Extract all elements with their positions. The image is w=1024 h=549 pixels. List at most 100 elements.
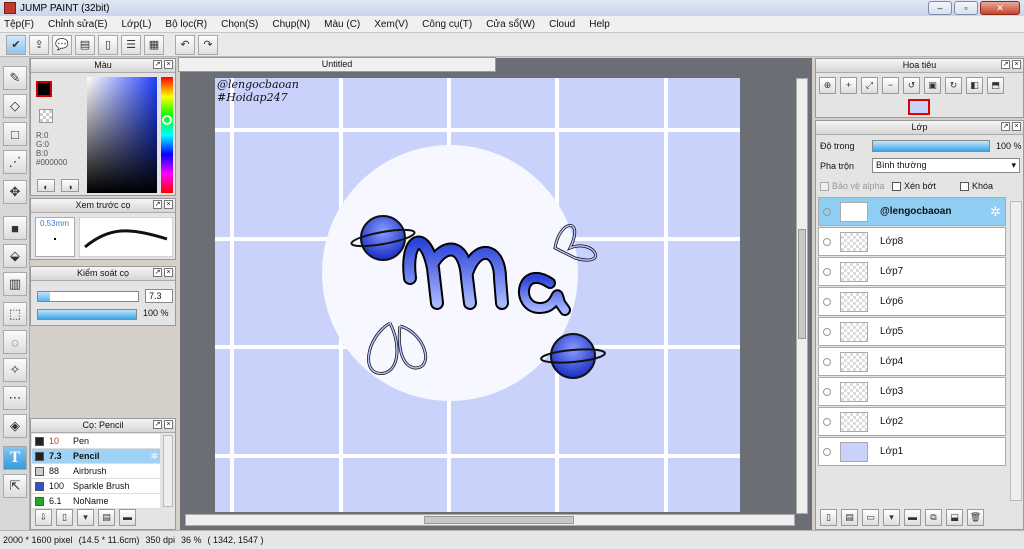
menu-edit[interactable]: Chỉnh sửa(E) — [48, 19, 108, 30]
menu-tools[interactable]: Công cụ(T) — [422, 19, 472, 30]
fit-screen-icon[interactable]: ▣ — [924, 77, 941, 94]
layer-row[interactable]: Lớp5 — [818, 317, 1006, 346]
layer-row[interactable]: Lớp2 — [818, 407, 1006, 436]
zoom-fit-icon[interactable]: ⤢ — [861, 77, 878, 94]
menu-color[interactable]: Màu (C) — [324, 19, 360, 30]
hue-slider[interactable] — [161, 77, 173, 193]
brush-settings-gear-icon[interactable]: ✲ — [150, 451, 158, 462]
layer-row[interactable]: Lớp4 — [818, 347, 1006, 376]
brush-folder-icon[interactable]: ▬ — [119, 509, 136, 526]
maximize-button[interactable]: ▫ — [954, 1, 978, 15]
undock-icon[interactable]: ↗ — [153, 268, 162, 277]
redo-icon[interactable]: ↷ — [198, 34, 218, 55]
brush-list-scrollbar[interactable] — [163, 435, 173, 507]
brush-download-icon[interactable]: ⇩ — [35, 509, 52, 526]
brush-item-sparkle[interactable]: 100 Sparkle Brush — [32, 479, 160, 494]
menu-capture[interactable]: Chụp(N) — [272, 19, 310, 30]
clipping-checkbox[interactable]: Xén bớt — [892, 181, 936, 191]
visibility-icon[interactable] — [823, 447, 831, 456]
undock-icon[interactable]: ↗ — [153, 420, 162, 429]
menu-select[interactable]: Chọn(S) — [221, 19, 258, 30]
menu-cloud[interactable]: Cloud — [549, 19, 575, 30]
panel-close-icon[interactable]: × — [1012, 60, 1021, 69]
visibility-icon[interactable] — [823, 387, 831, 396]
lock-checkbox[interactable]: Khóa — [960, 181, 993, 191]
navigator-thumbnail[interactable] — [908, 99, 930, 115]
canvas-vertical-scrollbar[interactable] — [796, 78, 808, 514]
panel-close-icon[interactable]: × — [164, 200, 173, 209]
menu-file[interactable]: Tệp(F) — [4, 19, 34, 30]
brush-item-pen[interactable]: 10 Pen — [32, 434, 160, 449]
visibility-icon[interactable] — [823, 327, 831, 336]
select-eraser-tool-icon[interactable]: ◈ — [3, 414, 27, 438]
hue-handle[interactable] — [162, 115, 172, 125]
brush-opacity-slider[interactable] — [37, 309, 137, 320]
gradient-tool-icon[interactable]: ▥ — [3, 272, 27, 296]
layer-folder-icon[interactable]: ▬ — [904, 509, 921, 526]
share-icon[interactable]: ⇪ — [29, 34, 49, 55]
canvas-horizontal-scrollbar[interactable] — [185, 514, 795, 526]
blend-mode-select[interactable]: Bình thường ▾ — [872, 158, 1020, 173]
eraser-tool-icon[interactable]: ◇ — [3, 94, 27, 118]
menu-layer[interactable]: Lớp(L) — [122, 19, 152, 30]
visibility-icon[interactable] — [823, 267, 831, 276]
select-rect-tool-icon[interactable]: ⬚ — [3, 302, 27, 326]
palette-icon[interactable]: ◐ — [37, 179, 55, 192]
comment-icon[interactable]: ▤ — [75, 34, 95, 55]
brush-settings-icon[interactable]: ▾ — [77, 509, 94, 526]
brush-size-slider[interactable] — [37, 291, 139, 302]
undock-icon[interactable]: ↗ — [1001, 122, 1010, 131]
operation-tool-icon[interactable]: ⇱ — [3, 474, 27, 498]
new-halftone-layer-icon[interactable]: ▤ — [841, 509, 858, 526]
menu-filter[interactable]: Bộ lọc(R) — [165, 19, 207, 30]
rotate-right-icon[interactable]: ↻ — [945, 77, 962, 94]
zoom-out-icon[interactable]: − — [882, 77, 899, 94]
layer-row[interactable]: Lớp1 — [818, 437, 1006, 466]
color-set-icon[interactable]: ◑ — [61, 179, 79, 192]
new-brush-icon[interactable]: ▯ — [56, 509, 73, 526]
chat-icon[interactable]: 💬 — [52, 34, 72, 55]
visibility-icon[interactable] — [823, 297, 831, 306]
protect-alpha-checkbox[interactable]: Bảo vệ alpha — [820, 181, 885, 191]
new-layer-icon[interactable]: ▯ — [820, 509, 837, 526]
visibility-icon[interactable] — [823, 237, 831, 246]
layer-list-scrollbar[interactable] — [1010, 201, 1022, 501]
panel-close-icon[interactable]: × — [164, 420, 173, 429]
layer-settings-gear-icon[interactable]: ✲ — [990, 204, 1001, 220]
magic-wand-tool-icon[interactable]: ✧ — [3, 358, 27, 382]
layer-opacity-slider[interactable] — [872, 140, 990, 152]
visibility-icon[interactable] — [823, 207, 831, 216]
lasso-tool-icon[interactable]: ◌ — [3, 330, 27, 354]
text-tool-icon[interactable]: T — [3, 446, 27, 470]
layer-row[interactable]: Lớp3 — [818, 377, 1006, 406]
document-icon[interactable]: ▯ — [98, 34, 118, 55]
minimize-button[interactable]: – — [928, 1, 952, 15]
flip-vertical-icon[interactable]: ⬒ — [987, 77, 1004, 94]
select-pen-tool-icon[interactable]: ⋯ — [3, 386, 27, 410]
undock-icon[interactable]: ↗ — [1001, 60, 1010, 69]
saturation-value-picker[interactable] — [87, 77, 157, 193]
rectangle-tool-icon[interactable]: □ — [3, 122, 27, 146]
copy-layer-icon[interactable]: ⧉ — [925, 509, 942, 526]
undock-icon[interactable]: ↗ — [153, 60, 162, 69]
move-tool-icon[interactable]: ✥ — [3, 180, 27, 204]
zoom-in-icon[interactable]: + — [840, 77, 857, 94]
flip-horizontal-icon[interactable]: ◧ — [966, 77, 983, 94]
layer-menu-icon[interactable]: ▾ — [883, 509, 900, 526]
undo-icon[interactable]: ↶ — [175, 34, 195, 55]
menu-help[interactable]: Help — [589, 19, 610, 30]
close-button[interactable]: ✕ — [980, 1, 1020, 15]
delete-layer-icon[interactable]: 🗑 — [967, 509, 984, 526]
copy-brush-icon[interactable]: ▤ — [98, 509, 115, 526]
canvas[interactable] — [215, 78, 740, 512]
panel-close-icon[interactable]: × — [1012, 122, 1021, 131]
layer-row[interactable]: @lengocbaoan ✲ — [818, 197, 1006, 226]
brush-size-value[interactable]: 7.3 — [145, 289, 173, 303]
foreground-color-swatch[interactable] — [36, 81, 52, 97]
brush-item-airbrush[interactable]: 88 Airbrush — [32, 464, 160, 479]
zoom-actual-icon[interactable]: ⊕ — [819, 77, 836, 94]
menu-window[interactable]: Cửa sổ(W) — [486, 19, 535, 30]
rotate-left-icon[interactable]: ↺ — [903, 77, 920, 94]
brush-item-noname[interactable]: 6.1 NoName — [32, 494, 160, 509]
line-tool-icon[interactable]: ⋰ — [3, 150, 27, 174]
